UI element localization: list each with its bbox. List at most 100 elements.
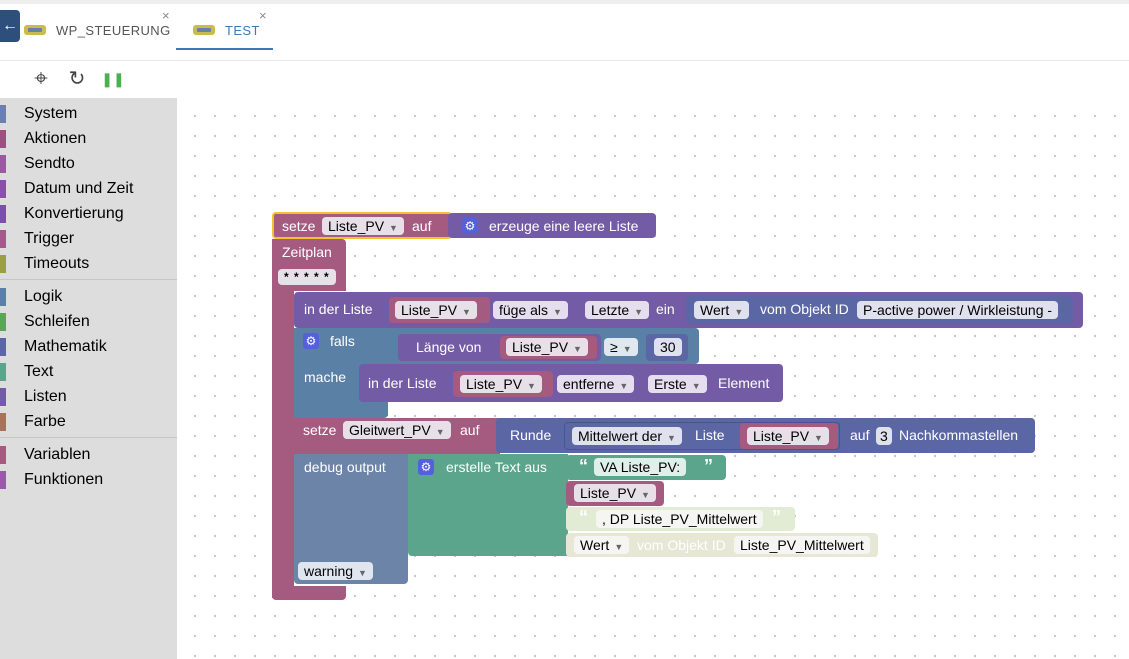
object-id-field[interactable]: Liste_PV_Mittelwert <box>734 536 870 554</box>
sidebar-item-label: Funktionen <box>24 471 104 488</box>
object-id-field[interactable]: P-active power / Wirkleistung - <box>857 301 1059 319</box>
sidebar-item-timeouts[interactable]: Timeouts <box>0 253 177 275</box>
sidebar-item-text[interactable]: Text <box>0 361 177 383</box>
number-field[interactable]: 30 <box>654 338 682 356</box>
tab-test[interactable]: TEST × <box>193 8 267 50</box>
decimals-field[interactable]: 3 <box>876 427 892 445</box>
active-tab-indicator <box>176 48 273 50</box>
debug-label: debug output <box>304 459 386 475</box>
sidebar-item-datum-und-zeit[interactable]: Datum und Zeit <box>0 178 177 200</box>
category-color-marker <box>0 105 6 123</box>
length-label: Länge von <box>416 339 482 355</box>
log-level: warning <box>304 563 354 579</box>
if-block-bottom <box>294 404 388 418</box>
value-type-dropdown[interactable]: Wert ▼ <box>574 536 630 554</box>
cron-field[interactable]: * * * * * <box>278 269 336 285</box>
close-icon[interactable]: × <box>162 8 170 23</box>
sidebar-item-logik[interactable]: Logik <box>0 286 177 308</box>
variable-dropdown[interactable]: Liste_PV ▼ <box>460 375 542 393</box>
position-dropdown[interactable]: Erste ▼ <box>648 375 707 393</box>
pause-icon[interactable]: ❚❚ <box>101 67 125 91</box>
position-value: Erste <box>654 376 687 392</box>
variable-dropdown[interactable]: Liste_PV ▼ <box>506 338 588 356</box>
dropdown-arrow-icon: ▼ <box>527 381 536 391</box>
tab-wp-steuerung[interactable]: WP_STEUERUNG × <box>24 8 171 50</box>
target-icon[interactable]: ⌖ <box>29 67 53 91</box>
text-field[interactable]: VA Liste_PV: <box>594 458 687 476</box>
list-action: entferne <box>563 376 615 392</box>
sidebar-item-trigger[interactable]: Trigger <box>0 228 177 250</box>
quote-close-icon: ” <box>704 456 713 476</box>
variable-dropdown[interactable]: Liste_PV ▼ <box>395 301 477 319</box>
liste-label: Liste <box>695 427 725 443</box>
operator-dropdown[interactable]: ≥ ▼ <box>604 338 638 356</box>
sidebar-item-listen[interactable]: Listen <box>0 386 177 408</box>
sidebar-item-schleifen[interactable]: Schleifen <box>0 311 177 333</box>
element-label: Element <box>718 375 770 391</box>
sidebar-item-aktionen[interactable]: Aktionen <box>0 128 177 150</box>
dropdown-arrow-icon: ▼ <box>641 490 650 500</box>
sidebar-item-funktionen[interactable]: Funktionen <box>0 469 177 491</box>
auf-label: auf <box>460 422 480 438</box>
ein-label: ein <box>656 301 675 317</box>
runde-label: Runde <box>510 427 552 443</box>
gear-icon[interactable]: ⚙ <box>418 459 434 475</box>
schedule-block-bottom <box>272 586 346 600</box>
sidebar-item-konvertierung[interactable]: Konvertierung <box>0 203 177 225</box>
create-list-label: erzeuge eine leere Liste <box>489 218 639 234</box>
math-function-dropdown[interactable]: Mittelwert der ▼ <box>572 427 682 445</box>
in-list-label: in der Liste <box>368 375 437 391</box>
position-dropdown[interactable]: Letzte ▼ <box>585 301 650 319</box>
object-id-label: vom Objekt ID <box>637 537 726 553</box>
variable-dropdown[interactable]: Liste_PV ▼ <box>322 217 404 235</box>
sidebar-item-label: System <box>24 105 78 122</box>
variable-dropdown[interactable]: Liste_PV ▼ <box>574 484 656 502</box>
dropdown-arrow-icon: ▼ <box>358 568 367 578</box>
value-type-dropdown[interactable]: Wert ▼ <box>694 301 750 319</box>
sidebar-item-label: Farbe <box>24 413 66 430</box>
back-arrow-icon[interactable]: ← <box>0 10 20 42</box>
close-icon[interactable]: × <box>259 8 267 23</box>
variable-name: Liste_PV <box>466 376 523 392</box>
variable-name: Gleitwert_PV <box>349 422 431 438</box>
sidebar-item-label: Listen <box>24 388 67 405</box>
dropdown-arrow-icon: ▼ <box>435 427 445 437</box>
value-type: Wert <box>580 537 610 553</box>
sidebar-item-variablen[interactable]: Variablen <box>0 444 177 466</box>
sidebar-item-label: Mathematik <box>24 338 107 355</box>
quote-open-icon: “ <box>579 507 588 527</box>
dropdown-arrow-icon: ▼ <box>573 344 582 354</box>
category-color-marker <box>0 363 6 381</box>
variable-name: Liste_PV <box>328 218 385 234</box>
gear-icon[interactable]: ⚙ <box>462 218 478 234</box>
auf-label: auf <box>850 427 870 443</box>
sidebar-item-sendto[interactable]: Sendto <box>0 153 177 175</box>
dropdown-arrow-icon: ▼ <box>691 381 701 391</box>
sidebar-item-label: Trigger <box>24 230 75 247</box>
setze-label: setze <box>303 422 337 438</box>
log-level-dropdown[interactable]: warning ▼ <box>298 562 373 580</box>
sidebar-item-label: Variablen <box>24 446 91 463</box>
refresh-icon[interactable]: ↻ <box>65 67 89 91</box>
sidebar-item-label: Text <box>24 363 54 380</box>
dropdown-arrow-icon: ▼ <box>389 223 398 233</box>
falls-label: falls <box>330 333 355 349</box>
mache-label: mache <box>304 369 347 385</box>
dropdown-arrow-icon: ▼ <box>814 433 823 443</box>
category-color-marker <box>0 180 6 198</box>
list-action-dropdown[interactable]: entferne ▼ <box>557 375 635 393</box>
text-field[interactable]: , DP Liste_PV_Mittelwert <box>596 510 763 528</box>
dropdown-arrow-icon: ▼ <box>553 307 562 317</box>
dropdown-arrow-icon: ▼ <box>634 307 644 317</box>
dropdown-arrow-icon: ▼ <box>667 433 676 443</box>
sidebar-item-farbe[interactable]: Farbe <box>0 411 177 433</box>
variable-dropdown[interactable]: Liste_PV ▼ <box>747 427 829 445</box>
toolbar <box>0 61 1129 99</box>
variable-dropdown[interactable]: Gleitwert_PV ▼ <box>343 421 451 439</box>
sidebar-item-system[interactable]: System <box>0 103 177 125</box>
gear-icon[interactable]: ⚙ <box>303 333 319 349</box>
sidebar-item-mathematik[interactable]: Mathematik <box>0 336 177 358</box>
insert-mode-dropdown[interactable]: füge als ▼ <box>493 301 568 319</box>
script-icon <box>193 25 215 35</box>
sidebar-separator <box>0 279 177 280</box>
